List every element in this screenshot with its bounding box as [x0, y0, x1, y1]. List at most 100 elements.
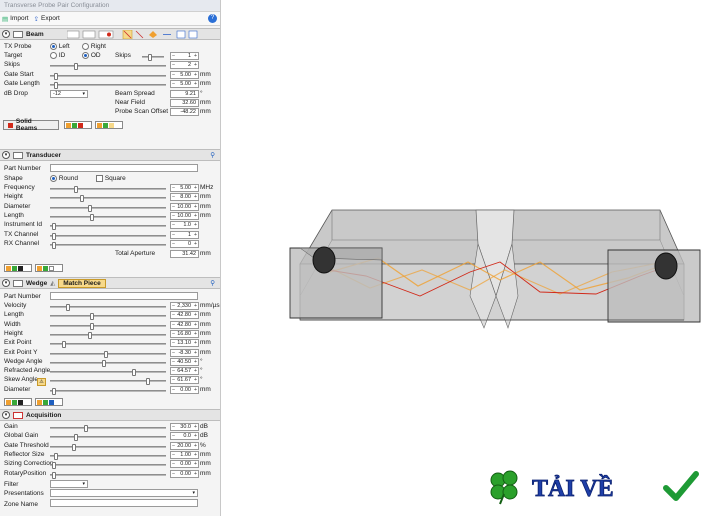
value-stepper[interactable]: −0.0 + — [170, 432, 199, 441]
wedge-part-number-input[interactable] — [50, 292, 198, 300]
value-slider[interactable] — [50, 462, 166, 470]
slider-handle[interactable] — [132, 369, 136, 377]
probe-pair-3d-model[interactable] — [222, 0, 710, 516]
slider-handle[interactable] — [104, 350, 108, 358]
slider-handle[interactable] — [90, 322, 94, 330]
value-stepper[interactable]: −1 + — [170, 230, 199, 239]
value-slider[interactable] — [50, 425, 166, 432]
value-slider[interactable] — [50, 471, 166, 479]
color-picker[interactable] — [4, 264, 32, 272]
value-slider[interactable] — [50, 369, 166, 377]
slider-handle[interactable] — [72, 443, 76, 451]
filter-select[interactable] — [50, 480, 88, 488]
slider-handle[interactable] — [52, 232, 56, 240]
value-stepper[interactable]: −0.00 + — [170, 469, 199, 478]
value-slider[interactable] — [50, 434, 166, 442]
collapse-caret-icon[interactable]: ▾ — [2, 279, 10, 287]
value-slider[interactable] — [50, 232, 166, 240]
value-slider[interactable] — [50, 341, 166, 349]
slider-handle[interactable] — [52, 387, 56, 395]
slider-handle[interactable] — [54, 73, 58, 80]
slider-handle[interactable] — [102, 359, 106, 367]
slider-handle[interactable] — [74, 186, 78, 193]
skips-stepper[interactable]: −2 + — [170, 61, 199, 69]
slider-handle[interactable] — [148, 54, 152, 61]
value-stepper[interactable]: −20.00 + — [170, 441, 199, 450]
skew-lock-icon[interactable]: ⚠ — [37, 378, 46, 386]
slider-handle[interactable] — [90, 213, 94, 221]
shape-round-radio[interactable]: Round — [50, 175, 78, 182]
value-stepper[interactable]: −2,330 + — [170, 302, 199, 310]
slider-handle[interactable] — [52, 462, 56, 470]
transducer-section-header[interactable]: ▾ Transducer ⚲ — [0, 149, 220, 161]
collapse-caret-icon[interactable]: ▾ — [2, 411, 10, 419]
color-picker[interactable] — [95, 121, 123, 129]
slider-handle[interactable] — [88, 204, 92, 212]
value-slider[interactable] — [50, 378, 166, 386]
slider-handle[interactable] — [54, 82, 58, 89]
slider-handle[interactable] — [90, 313, 94, 321]
value-slider[interactable] — [50, 223, 166, 231]
value-stepper[interactable]: −61.67 + — [170, 376, 199, 385]
solid-beams-button[interactable]: Solid Beams — [3, 118, 59, 132]
value-slider[interactable] — [50, 204, 166, 212]
value-stepper[interactable]: −0.00 + — [170, 460, 199, 469]
value-stepper[interactable]: −16.80 + — [170, 329, 199, 338]
slider-handle[interactable] — [84, 425, 88, 432]
color-picker[interactable] — [4, 398, 32, 406]
value-stepper[interactable]: −0.00 + — [170, 385, 199, 394]
value-slider[interactable] — [50, 350, 166, 358]
value-slider[interactable] — [50, 304, 166, 311]
value-stepper[interactable]: −10.00 + — [170, 202, 199, 211]
match-piece-button[interactable]: Match Piece — [58, 278, 106, 288]
gate-length-stepper[interactable]: −5.00 + — [170, 80, 199, 88]
value-stepper[interactable]: −64.57 + — [170, 367, 199, 376]
value-stepper[interactable]: − -8.30 + — [170, 348, 199, 357]
collapse-caret-icon[interactable]: ▾ — [2, 151, 10, 159]
value-stepper[interactable]: −13.10 + — [170, 339, 199, 348]
skips-slider[interactable] — [50, 63, 166, 70]
gate-start-slider[interactable] — [50, 73, 166, 80]
transducer-part-number-input[interactable] — [50, 164, 198, 172]
value-slider[interactable] — [50, 213, 166, 221]
skips-top-slider[interactable] — [142, 54, 164, 61]
value-slider[interactable] — [50, 241, 166, 249]
slider-handle[interactable] — [66, 304, 70, 311]
wedge-color-swatches[interactable] — [4, 398, 63, 406]
value-stepper[interactable]: −8.00 + — [170, 193, 199, 202]
value-slider[interactable] — [50, 452, 166, 460]
value-stepper[interactable]: −42.80 + — [170, 311, 199, 320]
slider-handle[interactable] — [52, 471, 56, 479]
db-drop-select[interactable]: -12 — [50, 90, 88, 98]
slider-handle[interactable] — [62, 341, 66, 349]
color-picker[interactable] — [64, 121, 92, 129]
beam-toolbar-icons[interactable] — [66, 29, 201, 39]
3d-viewport[interactable]: TẢI VỀ — [222, 0, 710, 516]
value-slider[interactable] — [50, 387, 166, 395]
presentations-select[interactable] — [50, 489, 198, 497]
target-od-radio[interactable]: OD — [82, 52, 101, 59]
value-stepper[interactable]: −1.0 + — [170, 221, 199, 230]
slider-handle[interactable] — [74, 434, 78, 442]
export-button[interactable]: ⇪ Export — [34, 15, 60, 23]
beam-color-swatches[interactable] — [64, 121, 123, 129]
value-stepper[interactable]: −10.00 + — [170, 211, 199, 220]
gate-length-slider[interactable] — [50, 82, 166, 89]
transducer-color-swatches[interactable] — [4, 264, 63, 272]
target-id-radio[interactable]: ID — [50, 52, 65, 59]
value-slider[interactable] — [50, 313, 166, 321]
value-slider[interactable] — [50, 331, 166, 339]
probe-icon[interactable]: ⚲ — [210, 279, 215, 287]
value-slider[interactable] — [50, 186, 166, 193]
slider-handle[interactable] — [88, 331, 92, 339]
import-button[interactable]: ▤ Import — [2, 15, 29, 23]
acquisition-section-header[interactable]: ▾ Acquisition — [0, 409, 220, 421]
probe-icon[interactable]: ⚲ — [210, 151, 215, 159]
shape-square-checkbox[interactable]: Square — [96, 175, 126, 182]
value-slider[interactable] — [50, 359, 166, 367]
slider-handle[interactable] — [54, 452, 58, 460]
color-picker[interactable] — [35, 398, 63, 406]
slider-handle[interactable] — [52, 241, 56, 249]
zone-name-input[interactable] — [50, 499, 198, 507]
color-picker[interactable] — [35, 264, 63, 272]
